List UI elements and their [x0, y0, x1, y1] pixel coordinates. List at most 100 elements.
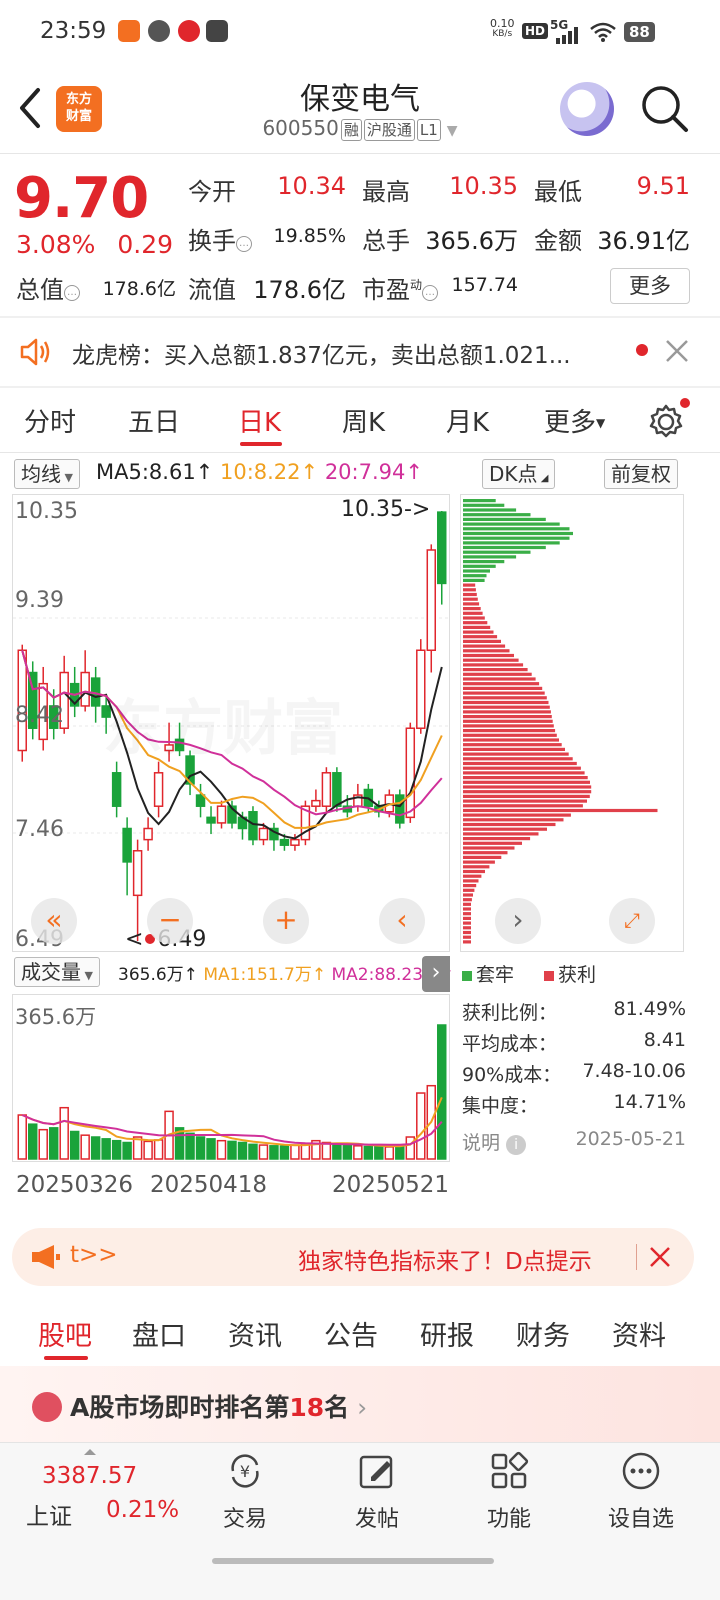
chip-bar	[463, 691, 545, 695]
tab-orderbook[interactable]: 盘口	[132, 1314, 186, 1353]
candle-body	[248, 811, 258, 841]
candle-body	[195, 794, 206, 807]
dropdown-icon: ▼	[81, 969, 93, 982]
volume-chart[interactable]: 365.6万	[12, 994, 450, 1162]
dropdown-icon[interactable]: ▼	[447, 123, 458, 139]
volume-max-label: 365.6万	[15, 1005, 97, 1029]
fullscreen-icon[interactable]: ⤢	[609, 898, 655, 944]
tab-forum[interactable]: 股吧	[38, 1314, 92, 1353]
chip-bar	[463, 555, 517, 559]
tab-intraday[interactable]: 分时	[24, 402, 76, 439]
candle-body	[111, 772, 122, 807]
float-cap-label: 流值	[188, 276, 236, 304]
volume-bar	[206, 1138, 216, 1160]
volume-bar	[185, 1132, 195, 1160]
chip-bar	[463, 846, 515, 850]
note-button[interactable]: 说明 i	[462, 1128, 527, 1155]
tab-finance[interactable]: 财务	[516, 1314, 570, 1353]
chip-bar	[463, 710, 551, 714]
dragon-tiger-notice[interactable]: 龙虎榜：买入总额1.837亿元，卖出总额1.021...	[0, 318, 720, 386]
chevron-right-icon: ›	[357, 1393, 368, 1422]
chip-bar	[463, 653, 514, 658]
more-quote-button[interactable]: 更多	[610, 268, 690, 304]
chip-bar	[463, 649, 510, 653]
candle-body	[290, 838, 300, 846]
chip-bar	[463, 700, 549, 705]
candle-body	[426, 549, 437, 651]
chip-bar	[463, 513, 531, 517]
nav-functions[interactable]: 功能	[454, 1451, 564, 1533]
chip-date: 2025-05-21	[575, 1128, 686, 1150]
rewind-button[interactable]: «	[31, 898, 77, 944]
chip-bar	[463, 804, 583, 808]
volume-bar	[59, 1106, 69, 1160]
chip-bar	[463, 541, 560, 545]
tab-weekly-k[interactable]: 周K	[342, 402, 385, 439]
high-value: 10.35	[449, 172, 518, 200]
chip-bar	[463, 517, 546, 521]
candlestick-chart[interactable]: 东方财富 10.35 9.39 8.42 7.46 6.49 10.35-> <…	[12, 494, 451, 952]
volume-bar	[258, 1144, 269, 1160]
nav-trade[interactable]: ¥ 交易	[190, 1451, 300, 1533]
zoom-out-button[interactable]: −	[147, 898, 193, 944]
watermark-logo: 东方财富	[103, 680, 343, 767]
market-rank-banner[interactable]: A股市场即时排名第18名 ›	[0, 1366, 720, 1442]
chip-bar	[463, 564, 496, 568]
chip-bar	[463, 893, 473, 897]
zoom-in-button[interactable]: +	[263, 898, 309, 944]
chip-bar	[463, 705, 550, 709]
tab-announcements[interactable]: 公告	[324, 1314, 378, 1353]
amount-label: 金额	[534, 227, 582, 255]
info-icon[interactable]: …	[236, 236, 252, 252]
tab-research[interactable]: 研报	[420, 1314, 474, 1353]
dropdown-icon: ▼	[61, 471, 73, 484]
scroll-left-button[interactable]: ‹	[379, 898, 425, 944]
chip-bar	[463, 874, 482, 878]
info-icon[interactable]: …	[422, 285, 439, 301]
volume-selector[interactable]: 成交量 ▼	[14, 957, 100, 987]
chip-bar	[463, 522, 560, 526]
chip-bar	[463, 527, 570, 531]
chip-bar	[463, 503, 505, 507]
volume-bar	[342, 1144, 353, 1160]
volume-bar	[332, 1143, 342, 1160]
chip-bar	[463, 663, 524, 667]
chip-bar	[463, 616, 485, 620]
close-icon[interactable]	[664, 338, 690, 364]
close-icon[interactable]	[648, 1245, 672, 1269]
ma-selector[interactable]: 均线 ▼	[14, 459, 80, 489]
volume-bar	[374, 1145, 384, 1160]
tab-five-day[interactable]: 五日	[128, 402, 180, 439]
expand-arrow-button[interactable]: ›	[422, 956, 450, 992]
info-icon[interactable]: …	[64, 285, 80, 301]
chip-bar	[463, 499, 496, 503]
candle-body	[80, 671, 90, 707]
tab-profile[interactable]: 资料	[612, 1314, 666, 1353]
yuan-exchange-icon: ¥	[231, 1454, 259, 1488]
expand-right-button[interactable]: ›	[495, 898, 541, 944]
gesture-bar[interactable]	[212, 1558, 494, 1564]
candle-body	[122, 827, 132, 863]
candle-body	[416, 649, 426, 729]
current-price: 9.70	[14, 166, 149, 231]
dk-point-toggle[interactable]: DK点 ◢	[482, 459, 556, 489]
float-cap-value: 178.6亿	[253, 276, 346, 304]
nav-post[interactable]: 发帖	[322, 1451, 432, 1533]
candle-body	[279, 838, 290, 846]
chip-distribution-chart[interactable]: › ⤢	[460, 494, 684, 952]
promo-banner[interactable]: t>> 独家特色指标来了！D点提示	[12, 1228, 694, 1286]
ma-selector-label: 均线	[21, 462, 61, 486]
nav-add-watchlist[interactable]: 设自选	[586, 1451, 696, 1533]
tab-daily-k[interactable]: 日K	[238, 402, 281, 439]
robot-assistant-icon[interactable]	[560, 82, 614, 136]
tab-monthly-k[interactable]: 月K	[446, 402, 489, 439]
tab-news[interactable]: 资讯	[228, 1314, 282, 1353]
chip-bar	[463, 888, 475, 892]
chip-bar	[463, 926, 471, 930]
adjust-selector[interactable]: 前复权	[604, 459, 678, 489]
chip-bar	[463, 776, 588, 780]
status-bar: 23:59 0.10 KB/s HD 5G 88	[0, 0, 720, 66]
divider	[0, 452, 720, 453]
search-icon[interactable]	[640, 84, 690, 134]
tab-more[interactable]: 更多▼	[544, 402, 605, 439]
